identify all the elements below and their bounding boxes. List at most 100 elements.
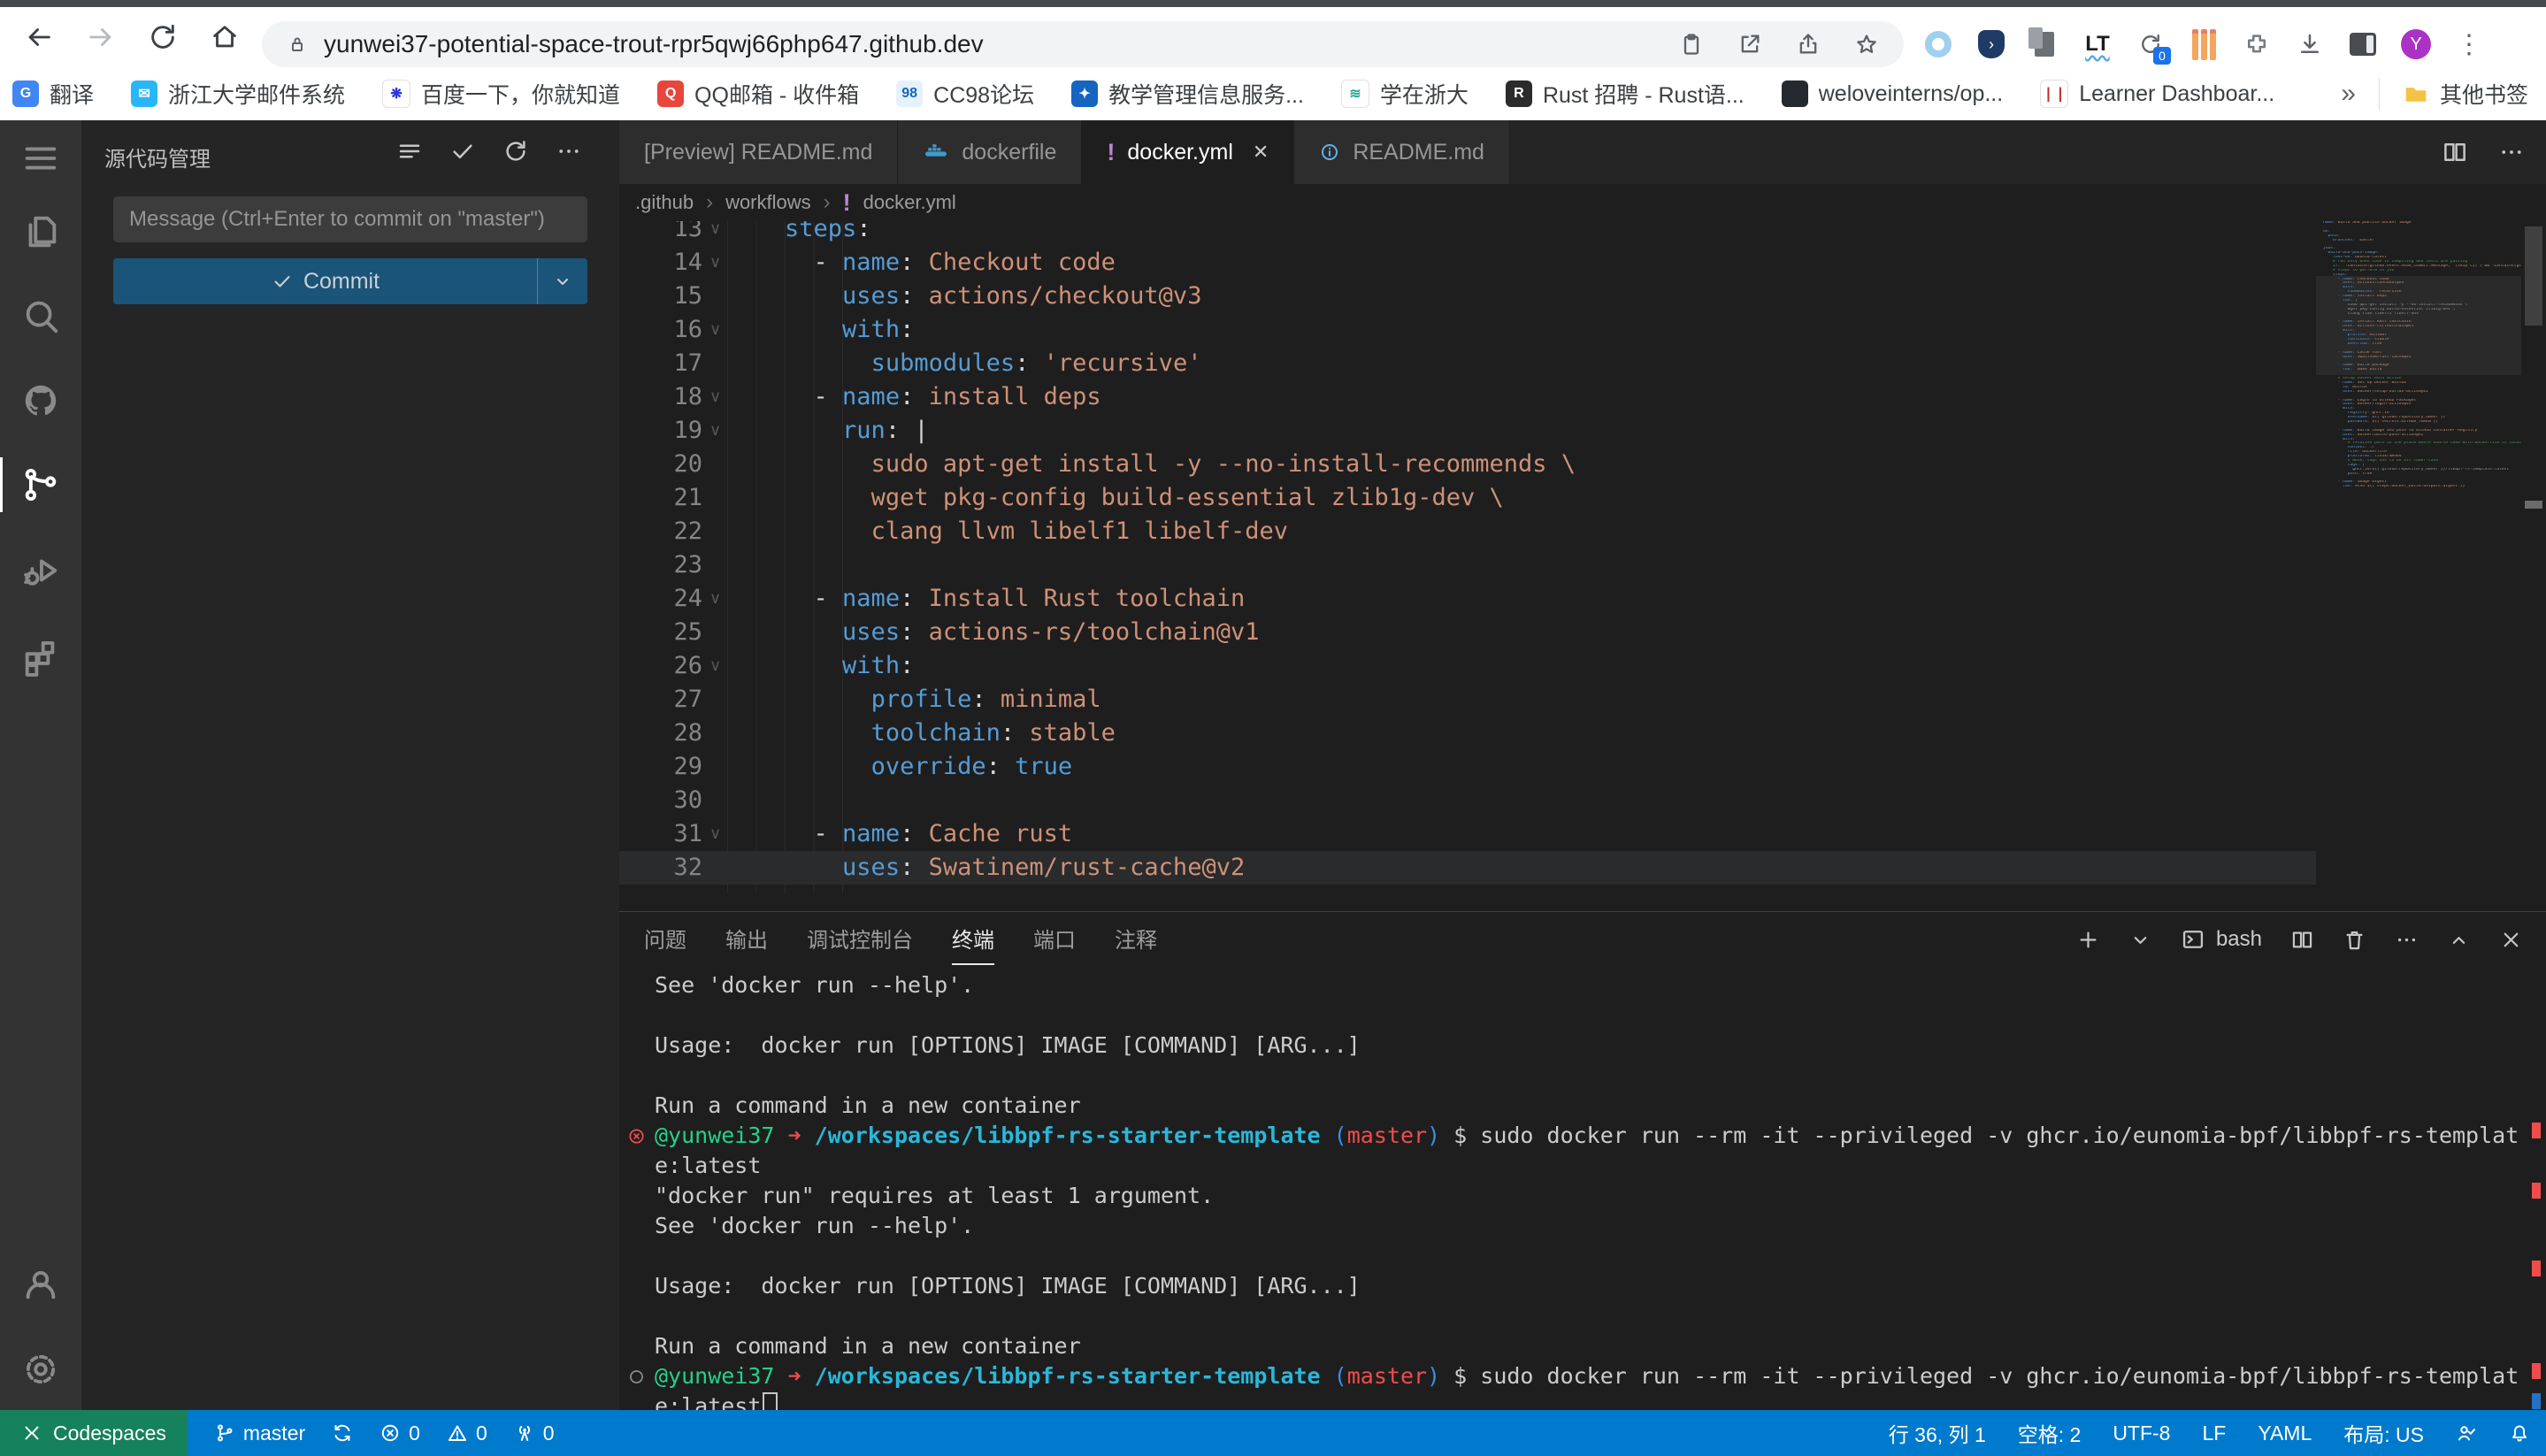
tab-readme-md[interactable]: README.md [1294,120,1510,184]
code-line[interactable]: 19∨ run: | [619,414,2316,448]
kill-terminal-icon[interactable] [2343,928,2366,952]
panel-tab-item[interactable]: 注释 [1115,912,1157,965]
panel-tab-active[interactable]: 终端 [952,912,994,965]
sidebar-item-run-debug[interactable] [0,543,81,598]
sidebar-item-extensions[interactable] [0,630,81,685]
bookmark-item[interactable]: ✦教学管理信息服务... [1071,78,1304,110]
forward-button[interactable] [81,18,120,57]
maximize-panel-icon[interactable] [2447,928,2471,952]
code-line[interactable]: 27 profile: minimal [619,683,2316,717]
warnings-status[interactable]: 0 [447,1422,487,1445]
extension-refresh-icon[interactable]: 0 [2134,27,2167,61]
code-line[interactable]: 17 submodules: 'recursive' [619,347,2316,380]
editor-scrollbar-slider[interactable] [2525,226,2542,326]
code-line[interactable]: 23 [619,548,2316,582]
url-text[interactable]: yunwei37-potential-space-trout-rpr5qwj66… [324,21,984,67]
terminal-shell-chip[interactable]: bash [2181,927,2262,952]
extension-pages-icon[interactable] [2028,27,2061,61]
fold-chevron-icon[interactable]: ∨ [709,246,729,280]
new-terminal-icon[interactable] [2076,928,2100,952]
ports-status[interactable]: 0 [514,1422,555,1445]
terminal-line[interactable]: @yunwei37 ➜ /workspaces/libbpf-rs-starte… [655,1361,2519,1391]
breadcrumb-item[interactable]: docker.yml [863,191,956,214]
sidebar-item-explorer[interactable] [0,204,81,259]
code-line[interactable]: 14∨ - name: Checkout code [619,246,2316,280]
code-line[interactable]: 21 wget pkg-config build-essential zlib1… [619,481,2316,515]
bookmark-item[interactable]: weloveinterns/op... [1782,80,2003,107]
terminal[interactable]: See 'docker run --help'. Usage: docker ru… [619,970,2546,1410]
fold-chevron-icon[interactable]: ∨ [709,414,729,448]
breadcrumb-item[interactable]: workflows [725,191,811,214]
code-line[interactable]: 20 sudo apt-get install -y --no-install-… [619,448,2316,481]
back-button[interactable] [19,18,58,57]
terminal-line[interactable]: Usage: docker run [OPTIONS] IMAGE [COMMA… [655,1271,1361,1301]
terminal-line[interactable]: Usage: docker run [OPTIONS] IMAGE [COMMA… [655,1031,1361,1061]
terminal-line[interactable]: See 'docker run --help'. [655,1211,974,1241]
downloads-icon[interactable] [2293,27,2327,61]
fold-chevron-icon[interactable]: ∨ [709,221,729,246]
tab-dockerfile[interactable]: dockerfile [898,120,1082,184]
code-editor[interactable]: 13∨ steps:14∨ - name: Checkout code15 us… [619,221,2546,911]
editor-scrollbar[interactable] [2521,221,2546,911]
menu-icon[interactable] [0,131,81,186]
code-line[interactable]: 29 override: true [619,750,2316,784]
code-line[interactable]: 18∨ - name: install deps [619,380,2316,414]
split-editor-icon[interactable] [2442,139,2468,165]
browser-menu-icon[interactable]: ⋮ [2452,27,2486,61]
code-line[interactable]: 22 clang llvm libelf1 libelf-dev [619,515,2316,548]
bookmark-star-icon[interactable] [1854,32,1879,57]
sidebar-item-source-control[interactable] [0,457,81,512]
share-icon[interactable] [1796,32,1821,57]
scm-more-icon[interactable] [556,138,582,165]
sync-status[interactable] [332,1422,353,1444]
bookmark-item[interactable]: QQQ邮箱 - 收件箱 [657,78,859,110]
code-line[interactable]: 24∨ - name: Install Rust toolchain [619,582,2316,616]
reload-button[interactable] [143,18,182,57]
cursor-position-status[interactable]: 行 36, 列 1 [1889,1418,1986,1448]
extension-shield-icon[interactable]: › [1975,27,2008,61]
bookmark-item[interactable]: ❋百度一下，你就知道 [382,78,620,110]
terminal-line[interactable]: e:latest [655,1151,761,1181]
breadcrumb-item[interactable]: .github [635,191,694,214]
panel-tab-item[interactable]: 调试控制台 [807,912,913,965]
language-status[interactable]: YAML [2258,1422,2312,1445]
extension-bars-icon[interactable] [2187,27,2220,61]
bookmarks-overflow-chevron[interactable]: » [2341,79,2356,109]
code-line[interactable]: 13∨ steps: [619,221,2316,246]
code-line[interactable]: 25 uses: actions-rs/toolchain@v1 [619,616,2316,649]
scm-refresh-icon[interactable] [502,138,529,165]
code-line[interactable]: 28 toolchain: stable [619,717,2316,750]
notifications-status[interactable] [2509,1422,2530,1444]
close-panel-icon[interactable] [2499,928,2523,952]
other-bookmarks-button[interactable]: 其他书签 [2403,78,2528,110]
terminal-line[interactable]: Run a command in a new container [655,1091,1081,1121]
split-terminal-icon[interactable] [2290,928,2314,952]
bookmark-item[interactable]: RRust 招聘 - Rust语... [1506,78,1745,110]
settings-gear-icon[interactable] [0,1342,81,1397]
editor-more-icon[interactable] [2498,139,2525,165]
code-line[interactable]: 30 [619,784,2316,817]
address-bar[interactable]: yunwei37-potential-space-trout-rpr5qwj66… [262,21,1904,67]
bookmark-item[interactable]: ✉浙江大学邮件系统 [131,78,345,110]
close-icon[interactable]: ✕ [1253,141,1269,164]
open-external-icon[interactable] [1737,32,1762,57]
commit-button[interactable]: Commit [113,258,587,304]
commit-dropdown-chevron[interactable] [537,258,587,304]
fold-chevron-icon[interactable]: ∨ [709,380,729,414]
home-button[interactable] [205,18,244,57]
fold-chevron-icon[interactable]: ∨ [709,817,729,851]
panel-tab-item[interactable]: 问题 [644,912,686,965]
commit-message-input[interactable] [113,196,587,242]
feedback-status[interactable] [2456,1422,2477,1444]
scm-view-sort-icon[interactable] [396,138,423,165]
sidebar-toggle-icon[interactable] [2346,27,2380,61]
clipboard-icon[interactable] [1679,32,1704,57]
panel-tab-item[interactable]: 端口 [1033,912,1076,965]
terminal-line[interactable]: See 'docker run --help'. [655,970,974,1000]
remote-indicator[interactable]: Codespaces [0,1410,188,1456]
terminal-line[interactable]: Run a command in a new container [655,1331,1081,1361]
code-line[interactable]: 16∨ with: [619,313,2316,347]
lock-icon[interactable] [287,34,308,55]
code-line[interactable]: 32 uses: Swatinem/rust-cache@v2 [619,851,2316,885]
code-line[interactable]: 26∨ with: [619,649,2316,683]
